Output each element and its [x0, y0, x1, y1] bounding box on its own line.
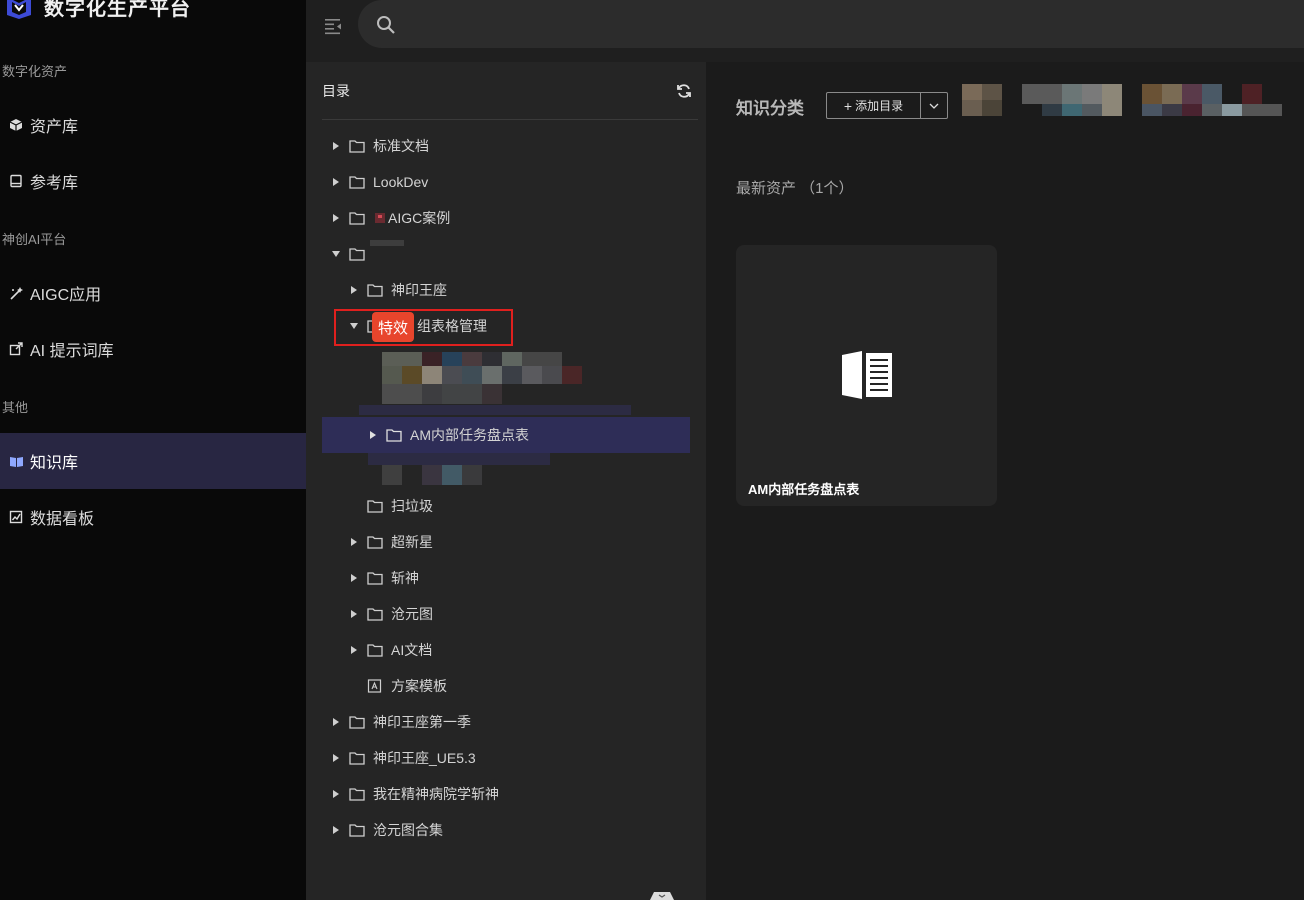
tree-item-shenyin-ue53[interactable]: 神印王座_UE5.3: [0, 740, 706, 776]
caret-right-icon[interactable]: [349, 537, 359, 547]
folder-icon: [349, 824, 365, 837]
add-directory-dropdown[interactable]: [921, 103, 947, 109]
folder-icon: [349, 248, 365, 261]
tree-item-zhanshen[interactable]: 斩神: [0, 560, 706, 596]
folder-icon: [349, 176, 365, 189]
tree-item-ai-docs[interactable]: AI文档: [0, 632, 706, 668]
tree-item-label: 沧元图合集: [373, 822, 443, 838]
chevron-down-icon: [929, 103, 939, 109]
sidebar-item-knowledge-base[interactable]: 知识库: [0, 433, 306, 489]
redacted-mosaic: [962, 84, 1282, 116]
folder-icon: [367, 608, 383, 621]
add-directory-label: 添加目录: [855, 99, 904, 113]
folder-icon: [349, 212, 365, 225]
caret-right-icon[interactable]: [349, 609, 359, 619]
tree-item-shenyin-s1[interactable]: 神印王座第一季: [0, 704, 706, 740]
tree-item-label: AI文档: [391, 642, 433, 658]
main-content: 知识分类 + 添加目录 最新资产 （1个） AM内部任务盘点表: [706, 62, 1304, 900]
plus-icon: +: [843, 97, 853, 114]
collapse-menu-icon[interactable]: [324, 17, 344, 35]
tree-item-lookdev[interactable]: LookDev: [0, 164, 706, 200]
tree-item-am-task-inventory[interactable]: AM内部任务盘点表: [322, 417, 690, 453]
logo-icon: [7, 0, 31, 19]
folder-icon: [367, 500, 383, 513]
group-title-digital-assets: 数字化资产: [2, 64, 68, 79]
folder-icon: [367, 572, 383, 585]
caret-right-icon[interactable]: [349, 573, 359, 583]
tree-item-label: 方案模板: [391, 678, 447, 694]
caret-right-icon[interactable]: [331, 789, 341, 799]
open-book-icon: [8, 453, 24, 469]
tree-item-label: 沧元图: [391, 606, 433, 622]
top-bar: [306, 0, 1304, 62]
tree-item-aigc-cases[interactable]: AIGC案例: [0, 200, 706, 236]
tree-item-label: 我在精神病院学斩神: [373, 786, 499, 802]
tree-item-label: 扫垃圾: [391, 498, 433, 514]
refresh-icon[interactable]: [676, 83, 692, 99]
folder-icon: [349, 752, 365, 765]
caret-right-icon[interactable]: [331, 177, 341, 187]
add-directory-main[interactable]: + 添加目录: [827, 93, 921, 118]
directory-header: 目录: [322, 62, 698, 120]
document-icon: [842, 351, 892, 399]
brand-title: 数字化生产平台: [44, 0, 191, 20]
group-title-other: 其他: [2, 400, 29, 415]
effect-badge: 特效: [372, 312, 415, 342]
caret-right-icon[interactable]: [331, 213, 341, 223]
tree-item-label: 超新星: [391, 534, 433, 550]
tree-item-asylum-zhanshen[interactable]: 我在精神病院学斩神: [0, 776, 706, 812]
search-box[interactable]: [358, 0, 1304, 48]
section-title: 知识分类: [736, 99, 804, 118]
redacted-mosaic: [359, 405, 631, 415]
folder-icon: [349, 716, 365, 729]
directory-title: 目录: [322, 82, 350, 99]
caret-right-icon[interactable]: [331, 141, 341, 151]
emoji-icon: [375, 213, 385, 223]
tree-item-label: AIGC案例: [388, 210, 451, 226]
tree-item-redacted-folder[interactable]: [0, 236, 706, 272]
scroll-handle[interactable]: [646, 890, 678, 900]
add-directory-button[interactable]: + 添加目录: [826, 92, 948, 119]
latest-assets-title: 最新资产 （1个）: [736, 180, 854, 197]
search-input[interactable]: [408, 0, 1304, 48]
caret-right-icon[interactable]: [349, 645, 359, 655]
folder-icon: [367, 644, 383, 657]
tree-item-standard-docs[interactable]: 标准文档: [0, 128, 706, 164]
caret-right-icon[interactable]: [331, 717, 341, 727]
tree-item-plan-template[interactable]: 方案模板: [0, 668, 706, 704]
redacted-mosaic: [368, 453, 550, 485]
template-icon: [367, 679, 382, 693]
caret-right-icon[interactable]: [349, 285, 359, 295]
sidebar-item-label: 知识库: [30, 455, 79, 472]
tree-item-cangyuantu-collection[interactable]: 沧元图合集: [0, 812, 706, 848]
tree-item-label: 神印王座: [391, 282, 447, 298]
redacted-mosaic: [370, 240, 404, 246]
tree-item-label: 神印王座_UE5.3: [373, 750, 476, 766]
tree-item-label: 神印王座第一季: [373, 714, 471, 730]
tree-item-shenyin-throne[interactable]: 神印王座: [0, 272, 706, 308]
tree-item-trash[interactable]: 扫垃圾: [0, 488, 706, 524]
folder-icon: [349, 140, 365, 153]
asset-card[interactable]: AM内部任务盘点表: [736, 245, 997, 506]
tree-item-label: AM内部任务盘点表: [410, 427, 529, 443]
caret-right-icon[interactable]: [331, 825, 341, 835]
search-icon: [377, 16, 395, 34]
tree-item-label: LookDev: [373, 174, 429, 190]
redacted-mosaic: [382, 352, 582, 404]
folder-icon: [367, 284, 383, 297]
tree-item-cangyuantu[interactable]: 沧元图: [0, 596, 706, 632]
brand[interactable]: 数字化生产平台: [4, 0, 191, 22]
highlight-box: [334, 309, 513, 346]
folder-icon: [386, 429, 402, 442]
folder-icon: [349, 788, 365, 801]
asset-card-title: AM内部任务盘点表: [748, 482, 860, 497]
folder-icon: [367, 536, 383, 549]
caret-right-icon[interactable]: [368, 430, 378, 440]
tree-item-supernova[interactable]: 超新星: [0, 524, 706, 560]
caret-down-icon[interactable]: [331, 249, 341, 259]
tree-item-label: 斩神: [391, 570, 419, 586]
caret-right-icon[interactable]: [331, 753, 341, 763]
tree-item-label: 标准文档: [373, 138, 429, 154]
